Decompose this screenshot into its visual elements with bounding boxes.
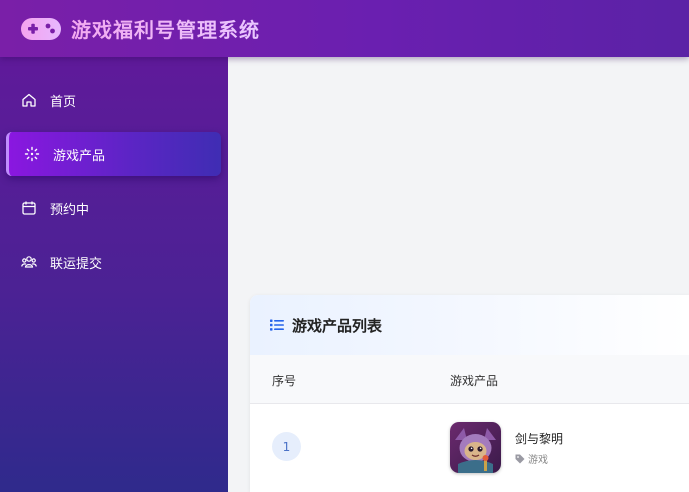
sidebar-item-reserving[interactable]: 预约中 [6, 186, 221, 230]
card-title: 游戏产品列表 [292, 316, 383, 335]
table-header: 序号 游戏产品 [250, 355, 689, 404]
card-header: 游戏产品列表 [250, 295, 689, 355]
home-icon [22, 93, 36, 107]
row-index-badge: 1 [272, 432, 301, 461]
sidebar-item-joint-submit[interactable]: 联运提交 [6, 240, 221, 284]
sidebar-item-label: 联运提交 [50, 256, 103, 272]
app-title: 游戏福利号管理系统 [71, 14, 260, 43]
app-header: 游戏福利号管理系统 [0, 0, 689, 57]
users-icon [21, 256, 37, 268]
game-product-icon [24, 146, 40, 162]
sidebar-item-label: 游戏产品 [53, 148, 106, 164]
sidebar-item-label: 预约中 [50, 202, 90, 218]
column-header-game-product: 游戏产品 [450, 374, 499, 388]
sidebar: 首页 游戏产品 预约中 联运提交 [0, 57, 228, 492]
sidebar-item-home[interactable]: 首页 [6, 78, 221, 122]
column-header-index: 序号 [272, 374, 297, 388]
game-tag: 游戏 [515, 451, 548, 466]
list-icon [270, 319, 284, 331]
gamepad-icon [21, 17, 61, 40]
game-name: 剑与黎明 [515, 432, 564, 446]
sidebar-item-label: 首页 [50, 94, 77, 110]
tag-icon [515, 454, 525, 463]
main-content: 游戏产品列表 序号 游戏产品 1 剑与黎明 游戏 [228, 57, 689, 492]
game-tag-label: 游戏 [528, 455, 548, 466]
sidebar-item-game-products[interactable]: 游戏产品 [6, 132, 221, 176]
table-row[interactable]: 1 剑与黎明 游戏 [250, 404, 689, 492]
game-thumbnail [450, 422, 501, 473]
calendar-icon [22, 201, 36, 215]
game-product-list-card: 游戏产品列表 序号 游戏产品 1 剑与黎明 游戏 [250, 295, 689, 492]
